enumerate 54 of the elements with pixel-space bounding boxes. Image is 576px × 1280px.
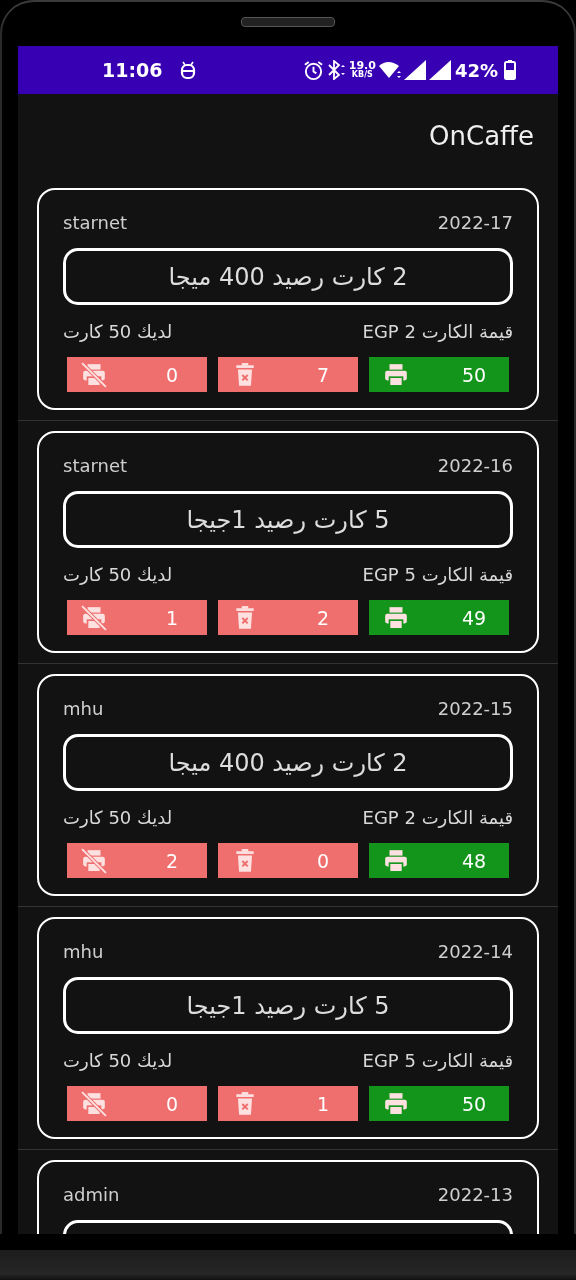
stock-label: لديك 50 كارت: [63, 1049, 173, 1071]
card-date: 2022-14: [437, 940, 513, 962]
price-label: قيمة الكارت 5 EGP: [362, 563, 513, 585]
counter-button[interactable]: 48: [369, 843, 509, 878]
app-title: OnCaffe: [429, 121, 534, 151]
price-label: قيمة الكارت 2 EGP: [362, 806, 513, 828]
counter-button[interactable]: 2: [218, 600, 358, 635]
user-name: starnet: [63, 211, 128, 233]
counter-button[interactable]: 7: [218, 357, 358, 392]
printer-icon: [383, 604, 409, 631]
price-label: قيمة الكارت 2 EGP: [362, 320, 513, 342]
signal-icon: [403, 60, 426, 80]
counter-button[interactable]: 50: [369, 1086, 509, 1121]
user-name: mhu: [63, 697, 104, 719]
signal-icon: [428, 60, 451, 80]
printer-off-icon: [81, 1090, 107, 1117]
battery-percent: 42%: [454, 59, 498, 81]
card-date: 2022-16: [437, 454, 513, 476]
user-name: mhu: [63, 940, 104, 962]
card-title: 5 كارت رصيد 1جيجا: [63, 977, 513, 1034]
counter-button[interactable]: 50: [369, 357, 509, 392]
printer-icon: [383, 361, 409, 388]
card-date: 2022-17: [437, 211, 513, 233]
speed-unit: KB/S: [351, 70, 373, 79]
card-title: 2 كارت رصيد 400 ميجا: [63, 734, 513, 791]
stock-label: لديك 50 كارت: [63, 806, 173, 828]
card-title: 5 كارت رصيد 1جيجا: [63, 491, 513, 548]
alarm-icon: [302, 59, 324, 81]
status-time: 11:06: [102, 59, 163, 81]
network-speed: 19.0: [348, 61, 376, 70]
card-title: 2 كارت رصيد 400 ميجا: [63, 248, 513, 305]
printer-icon: [383, 1090, 409, 1117]
counter-button[interactable]: 1: [218, 1086, 358, 1121]
counter-button[interactable]: 1: [67, 600, 207, 635]
printer-off-icon: [81, 847, 107, 874]
price-label: قيمة الكارت 5 EGP: [362, 1049, 513, 1071]
printer-off-icon: [81, 361, 107, 388]
stock-label: لديك 50 كارت: [63, 320, 173, 342]
user-name: admin: [63, 1183, 120, 1205]
card-date: 2022-15: [437, 697, 513, 719]
stock-label: لديك 50 كارت: [63, 563, 173, 585]
user-name: starnet: [63, 454, 128, 476]
battery-icon: [504, 60, 516, 80]
bluetooth-icon: [325, 60, 346, 80]
card-date: 2022-13: [437, 1183, 513, 1205]
counter-button[interactable]: 0: [218, 843, 358, 878]
counter-button[interactable]: 0: [67, 1086, 207, 1121]
robot-icon: [180, 60, 197, 80]
printer-icon: [383, 847, 409, 874]
counter-button[interactable]: 0: [67, 357, 207, 392]
wifi-icon: [378, 61, 401, 79]
printer-off-icon: [81, 604, 107, 631]
counter-button[interactable]: 49: [369, 600, 509, 635]
counter-button[interactable]: 2: [67, 843, 207, 878]
